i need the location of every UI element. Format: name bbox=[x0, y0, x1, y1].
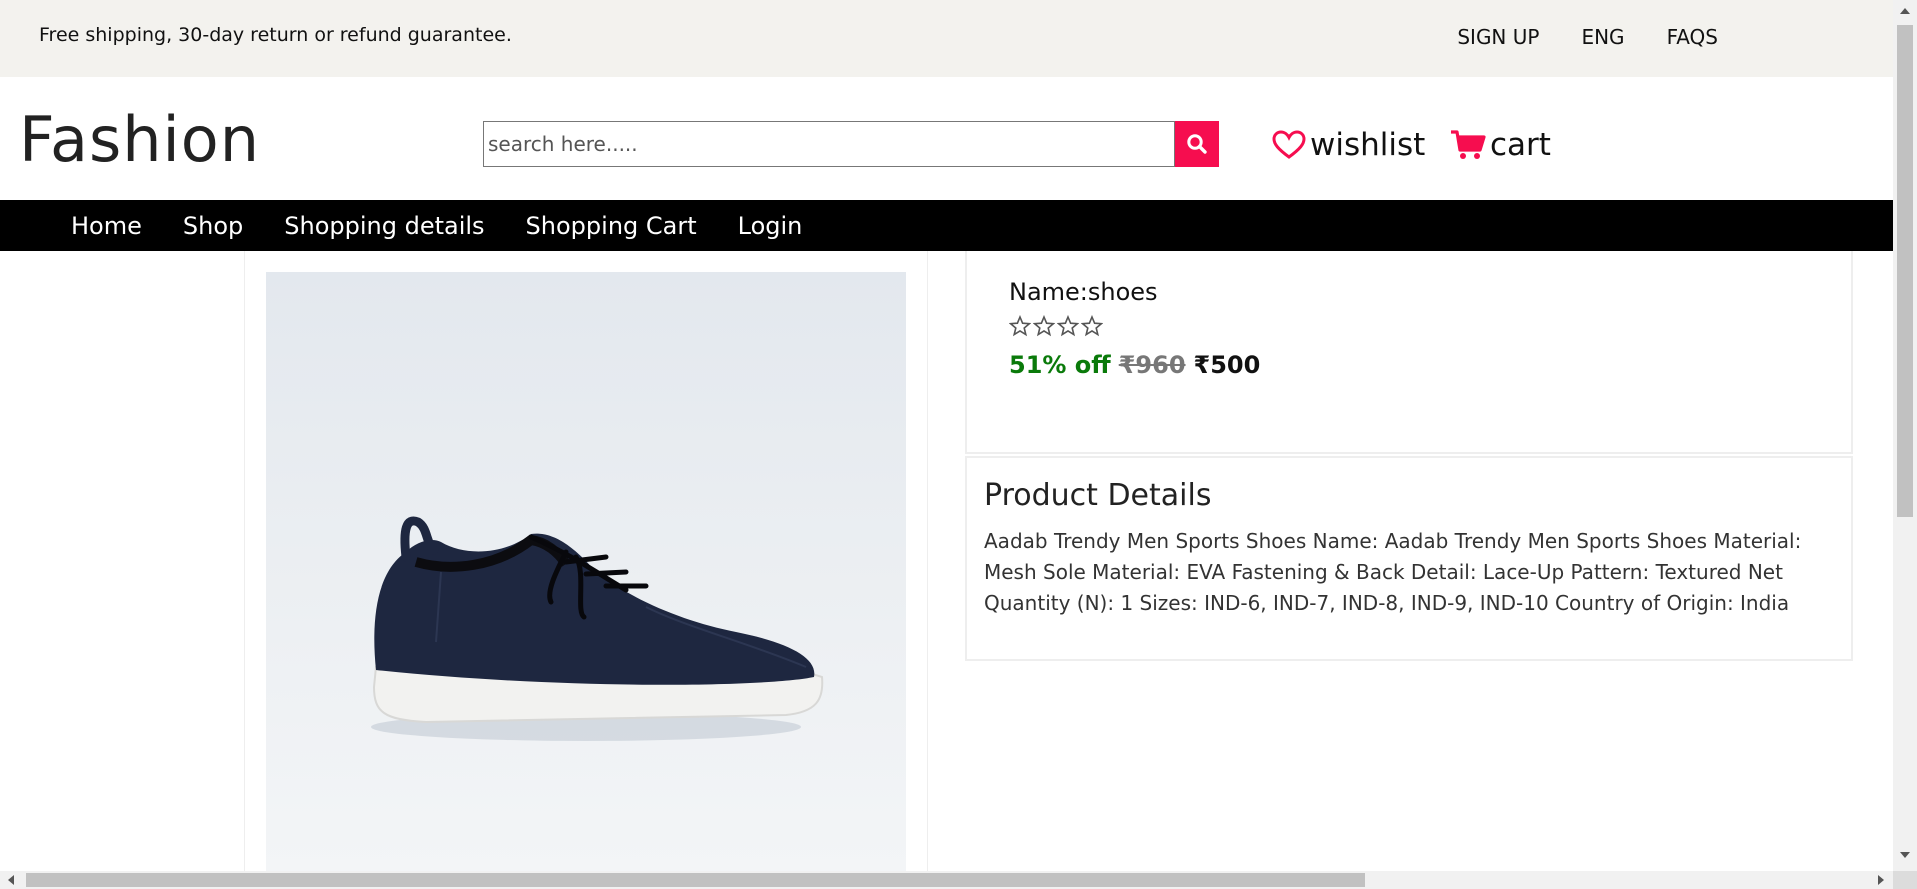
product-details-box: Product Details Aadab Trendy Men Sports … bbox=[965, 456, 1853, 661]
scroll-down-arrow-icon[interactable] bbox=[1900, 852, 1910, 858]
sneaker-image bbox=[371, 516, 824, 741]
scroll-up-arrow-icon[interactable] bbox=[1900, 8, 1910, 14]
details-title: Product Details bbox=[984, 478, 1212, 513]
rating-stars[interactable] bbox=[1009, 315, 1103, 337]
search-icon bbox=[1187, 134, 1207, 154]
header: Fashion wishlist cart bbox=[0, 77, 1893, 200]
nav-shopping-details[interactable]: Shopping details bbox=[284, 212, 484, 240]
shipping-promo: Free shipping, 30-day return or refund g… bbox=[39, 24, 512, 46]
language-link[interactable]: ENG bbox=[1581, 25, 1624, 49]
old-price: ₹960 bbox=[1118, 351, 1186, 379]
star-empty-icon bbox=[1081, 315, 1103, 337]
faqs-link[interactable]: FAQS bbox=[1667, 25, 1718, 49]
horizontal-scrollbar[interactable] bbox=[0, 871, 1893, 889]
heart-icon bbox=[1272, 130, 1306, 159]
scroll-right-arrow-icon[interactable] bbox=[1878, 875, 1884, 885]
site-logo[interactable]: Fashion bbox=[19, 103, 260, 176]
details-text: Aadab Trendy Men Sports Shoes Name: Aada… bbox=[984, 529, 1802, 615]
cart-link[interactable]: cart bbox=[1450, 127, 1551, 163]
search-input[interactable] bbox=[483, 121, 1175, 167]
search-bar bbox=[483, 121, 1219, 167]
wishlist-link[interactable]: wishlist bbox=[1272, 127, 1425, 163]
top-bar: Free shipping, 30-day return or refund g… bbox=[0, 0, 1893, 77]
current-price: ₹500 bbox=[1193, 351, 1261, 379]
vertical-scrollbar[interactable] bbox=[1893, 0, 1917, 871]
product-image bbox=[266, 272, 906, 871]
nav-login[interactable]: Login bbox=[738, 212, 803, 240]
cart-icon bbox=[1451, 130, 1486, 159]
nav-shopping-cart[interactable]: Shopping Cart bbox=[526, 212, 697, 240]
star-empty-icon bbox=[1009, 315, 1031, 337]
wishlist-label: wishlist bbox=[1310, 127, 1426, 163]
product-image-panel bbox=[244, 251, 928, 871]
scrollbar-corner bbox=[1893, 871, 1917, 889]
product-name: Name:shoes bbox=[1009, 278, 1158, 306]
search-button[interactable] bbox=[1175, 121, 1219, 167]
scroll-left-arrow-icon[interactable] bbox=[8, 875, 14, 885]
star-empty-icon bbox=[1033, 315, 1055, 337]
main-nav: Home Shop Shopping details Shopping Cart… bbox=[0, 200, 1893, 251]
nav-shop[interactable]: Shop bbox=[183, 212, 243, 240]
price-line: 51% off ₹960 ₹500 bbox=[1009, 351, 1260, 379]
horizontal-scroll-thumb[interactable] bbox=[26, 873, 1365, 887]
vertical-scroll-thumb[interactable] bbox=[1897, 25, 1913, 517]
cart-label: cart bbox=[1490, 127, 1551, 163]
nav-home[interactable]: Home bbox=[71, 212, 142, 240]
sign-up-link[interactable]: SIGN UP bbox=[1457, 25, 1539, 49]
discount-label: 51% off bbox=[1009, 351, 1111, 379]
star-empty-icon bbox=[1057, 315, 1079, 337]
top-links: SIGN UP ENG FAQS bbox=[1457, 25, 1718, 49]
product-info-box: Name:shoes 51% off ₹960 ₹500 bbox=[965, 251, 1853, 454]
